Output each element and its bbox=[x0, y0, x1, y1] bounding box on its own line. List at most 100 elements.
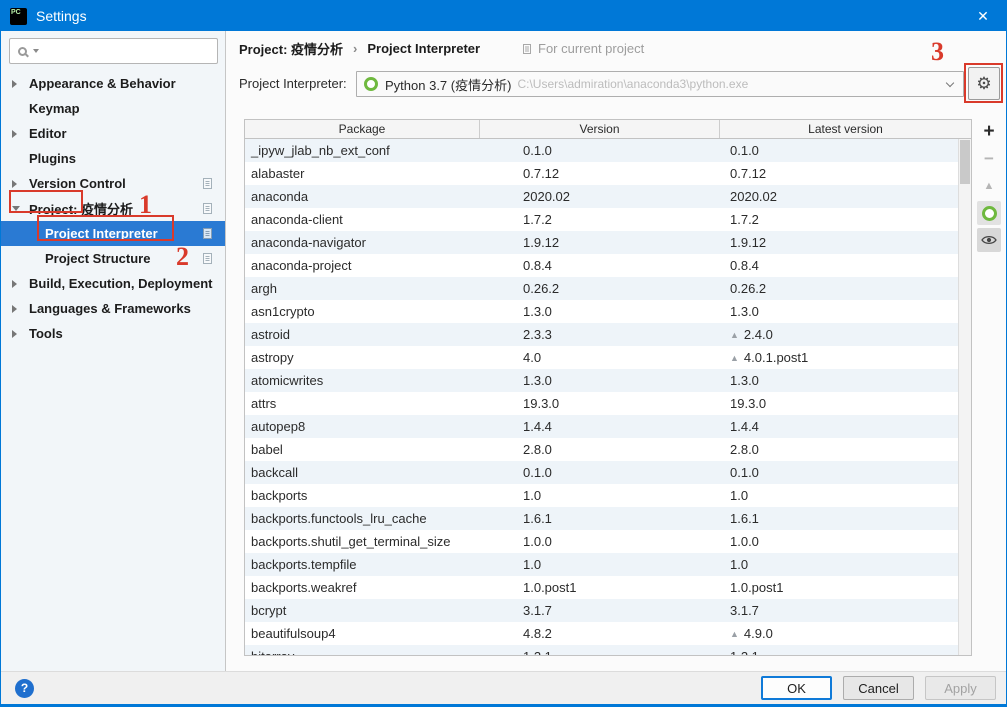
table-row[interactable]: atomicwrites 1.3.0 1.3.0 bbox=[245, 369, 958, 392]
help-button[interactable]: ? bbox=[15, 678, 34, 698]
table-row[interactable]: astroid 2.3.3 ▲ 2.4.0 bbox=[245, 323, 958, 346]
close-icon[interactable]: ✕ bbox=[960, 1, 1006, 31]
sidebar-item-label: Project Interpreter bbox=[45, 226, 158, 241]
latest-version-value: 1.0.post1 bbox=[730, 580, 784, 595]
sidebar-item-project[interactable]: Project: 疫情分析 bbox=[1, 196, 225, 221]
chevron-icon bbox=[12, 304, 17, 313]
cell-version: 1.7.2 bbox=[523, 212, 552, 227]
cell-version: 0.1.0 bbox=[523, 465, 552, 480]
sidebar-item-label: Version Control bbox=[29, 176, 126, 191]
sidebar-item-label: Appearance & Behavior bbox=[29, 76, 176, 91]
interpreter-combobox[interactable]: Python 3.7 (疫情分析) C:\Users\admiration\an… bbox=[356, 71, 964, 97]
sidebar-item-project-interpreter[interactable]: Project Interpreter bbox=[1, 221, 225, 246]
table-row[interactable]: babel 2.8.0 2.8.0 bbox=[245, 438, 958, 461]
latest-version-value: 4.0.1.post1 bbox=[743, 350, 809, 365]
footer-buttons: OK Cancel Apply bbox=[761, 676, 996, 700]
minus-icon: − bbox=[984, 149, 994, 168]
table-row[interactable]: backports.shutil_get_terminal_size 1.0.0… bbox=[245, 530, 958, 553]
table-row[interactable]: backports.tempfile 1.0 1.0 bbox=[245, 553, 958, 576]
cell-package: backports.weakref bbox=[251, 580, 357, 595]
cell-latest-version: 2.8.0 bbox=[720, 442, 958, 457]
cell-version: 4.0 bbox=[523, 350, 542, 365]
title-bar: PC Settings ✕ bbox=[1, 1, 1006, 31]
chevron-icon bbox=[12, 279, 17, 288]
sidebar-item-appearance-behavior[interactable]: Appearance & Behavior bbox=[1, 71, 225, 96]
table-scrollbar[interactable] bbox=[958, 139, 971, 655]
sidebar-item-label: Project: 疫情分析 bbox=[29, 202, 134, 217]
cell-package: bitarray bbox=[245, 649, 480, 655]
window-title: Settings bbox=[36, 8, 87, 24]
cell-package: backports.tempfile bbox=[251, 557, 357, 572]
table-row[interactable]: bitarray 1.2.1 1.2.1 bbox=[245, 645, 958, 655]
cell-latest-version: 1.3.0 bbox=[720, 373, 958, 388]
package-toolbar: + − ▲ bbox=[974, 120, 1004, 252]
project-level-icon bbox=[201, 202, 213, 218]
upgrade-package-button[interactable]: ▲ bbox=[977, 174, 1001, 198]
table-row[interactable]: asn1crypto 1.3.0 1.3.0 bbox=[245, 300, 958, 323]
latest-version-value: 1.0.0 bbox=[730, 534, 759, 549]
sidebar-item-version-control[interactable]: Version Control bbox=[1, 171, 225, 196]
install-package-button[interactable]: + bbox=[977, 120, 1001, 144]
cell-version: 3.1.7 bbox=[523, 603, 552, 618]
sidebar-item-tools[interactable]: Tools bbox=[1, 321, 225, 346]
table-row[interactable]: backcall 0.1.0 0.1.0 bbox=[245, 461, 958, 484]
plus-icon: + bbox=[983, 121, 995, 142]
sidebar-item-label: Keymap bbox=[29, 101, 80, 116]
cell-latest-version: 0.1.0 bbox=[720, 143, 958, 158]
table-row[interactable]: anaconda-project 0.8.4 0.8.4 bbox=[245, 254, 958, 277]
sidebar-item-build-execution-deployment[interactable]: Build, Execution, Deployment bbox=[1, 271, 225, 296]
sidebar-item-plugins[interactable]: Plugins bbox=[1, 146, 225, 171]
column-header-version[interactable]: Version bbox=[480, 120, 720, 138]
table-row[interactable]: attrs 19.3.0 19.3.0 bbox=[245, 392, 958, 415]
eye-icon bbox=[981, 235, 997, 245]
sidebar-item-label: Plugins bbox=[29, 151, 76, 166]
settings-search-box[interactable] bbox=[9, 38, 218, 64]
latest-version-value: 1.0 bbox=[730, 488, 749, 503]
breadcrumb-project[interactable]: Project: 疫情分析 bbox=[239, 39, 343, 58]
annotation-number-3: 3 bbox=[931, 37, 944, 66]
cell-package: anaconda-project bbox=[251, 258, 352, 273]
cell-package: anaconda bbox=[251, 189, 309, 204]
cell-package: astroid bbox=[251, 327, 291, 342]
breadcrumb: Project: 疫情分析 › Project Interpreter bbox=[239, 39, 480, 58]
cell-version: 19.3.0 bbox=[523, 396, 560, 411]
table-row[interactable]: alabaster 0.7.12 0.7.12 bbox=[245, 162, 958, 185]
conda-package-manager-toggle[interactable] bbox=[977, 201, 1001, 225]
cell-latest-version: 1.9.12 bbox=[720, 235, 958, 250]
latest-version-value: 4.9.0 bbox=[743, 626, 773, 641]
ok-button[interactable]: OK bbox=[761, 676, 832, 700]
table-row[interactable]: backports 1.0 1.0 bbox=[245, 484, 958, 507]
cancel-button[interactable]: Cancel bbox=[843, 676, 914, 700]
column-header-package[interactable]: Package bbox=[245, 120, 480, 138]
chevron-down-icon[interactable] bbox=[945, 78, 955, 87]
interpreter-settings-gear-button[interactable]: ⚙ bbox=[968, 67, 1000, 100]
table-row[interactable]: anaconda 2020.02 2020.02 bbox=[245, 185, 958, 208]
latest-version-value: 1.7.2 bbox=[730, 212, 759, 227]
sidebar-item-project-structure[interactable]: Project Structure bbox=[1, 246, 225, 271]
sidebar-item-editor[interactable]: Editor bbox=[1, 121, 225, 146]
table-row[interactable]: anaconda-navigator 1.9.12 1.9.12 bbox=[245, 231, 958, 254]
sidebar-item-keymap[interactable]: Keymap bbox=[1, 96, 225, 121]
table-row[interactable]: bcrypt 3.1.7 3.1.7 bbox=[245, 599, 958, 622]
cell-version: 0.1.0 bbox=[523, 143, 552, 158]
table-row[interactable]: backports.weakref 1.0.post1 1.0.post1 bbox=[245, 576, 958, 599]
sidebar-item-languages-frameworks[interactable]: Languages & Frameworks bbox=[1, 296, 225, 321]
table-row[interactable]: beautifulsoup4 4.8.2 ▲ 4.9.0 bbox=[245, 622, 958, 645]
chevron-icon bbox=[12, 329, 17, 338]
uninstall-package-button[interactable]: − bbox=[977, 147, 1001, 171]
cell-package: backcall bbox=[251, 465, 298, 480]
table-row[interactable]: argh 0.26.2 0.26.2 bbox=[245, 277, 958, 300]
table-row[interactable]: anaconda-client 1.7.2 1.7.2 bbox=[245, 208, 958, 231]
search-input[interactable] bbox=[45, 41, 211, 61]
table-row[interactable]: backports.functools_lru_cache 1.6.1 1.6.… bbox=[245, 507, 958, 530]
column-header-latest-version[interactable]: Latest version bbox=[720, 120, 971, 138]
apply-button[interactable]: Apply bbox=[925, 676, 996, 700]
package-table: Package Version Latest version _ipyw_jla… bbox=[244, 119, 972, 656]
table-row[interactable]: astropy 4.0 ▲ 4.0.1.post1 bbox=[245, 346, 958, 369]
show-early-releases-toggle[interactable] bbox=[977, 228, 1001, 252]
search-options-caret-icon[interactable] bbox=[33, 49, 39, 53]
cell-latest-version: 1.0 bbox=[720, 488, 958, 503]
scrollbar-thumb[interactable] bbox=[960, 140, 970, 184]
table-row[interactable]: _ipyw_jlab_nb_ext_conf 0.1.0 0.1.0 bbox=[245, 139, 958, 162]
table-row[interactable]: autopep8 1.4.4 1.4.4 bbox=[245, 415, 958, 438]
